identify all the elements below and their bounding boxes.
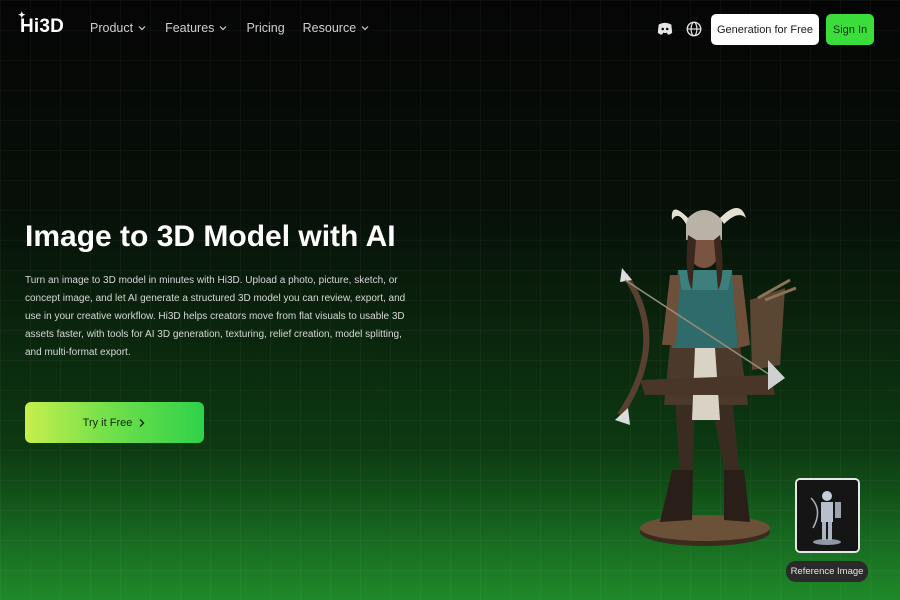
nav-item-pricing[interactable]: Pricing [246, 21, 284, 35]
chevron-down-icon [220, 26, 227, 31]
chevron-down-icon [361, 26, 369, 31]
top-nav-bar: ✦ Hi3D Product Features Pricing Resource… [0, 0, 900, 60]
nav-item-resource[interactable]: Resource [303, 21, 371, 35]
3d-character-model[interactable] [600, 180, 800, 555]
hero-description: Turn an image to 3D model in minutes wit… [25, 275, 406, 358]
generate-free-button[interactable]: Generation for Free [711, 14, 819, 45]
sparkle-icon: ✦ [18, 10, 26, 20]
nav-label: Product [90, 21, 134, 35]
cta-label: Try it Free [82, 416, 133, 429]
nav-item-product[interactable]: Product [90, 21, 147, 35]
main-nav: Product Features Pricing Resource [90, 21, 388, 35]
nav-label: Features [165, 21, 215, 35]
sign-in-button[interactable]: Sign In [826, 14, 874, 45]
nav-label: Pricing [246, 21, 285, 35]
reference-figure-image [797, 480, 858, 551]
discord-icon[interactable] [656, 20, 674, 38]
hi3d-logo[interactable]: ✦ Hi3D [18, 10, 65, 38]
chevron-down-icon [138, 26, 146, 31]
nav-label: Resource [302, 21, 357, 35]
try-free-button[interactable]: Try it Free [25, 402, 204, 443]
chevron-right-icon [139, 418, 145, 427]
reference-image-label: Reference Image [786, 561, 868, 582]
logo-text: Hi3D [20, 16, 65, 37]
nav-item-features[interactable]: Features [165, 21, 228, 35]
globe-icon[interactable] [685, 20, 703, 38]
hero-title: Image to 3D Model with AI [25, 220, 396, 253]
reference-image-thumbnail[interactable] [795, 478, 860, 553]
